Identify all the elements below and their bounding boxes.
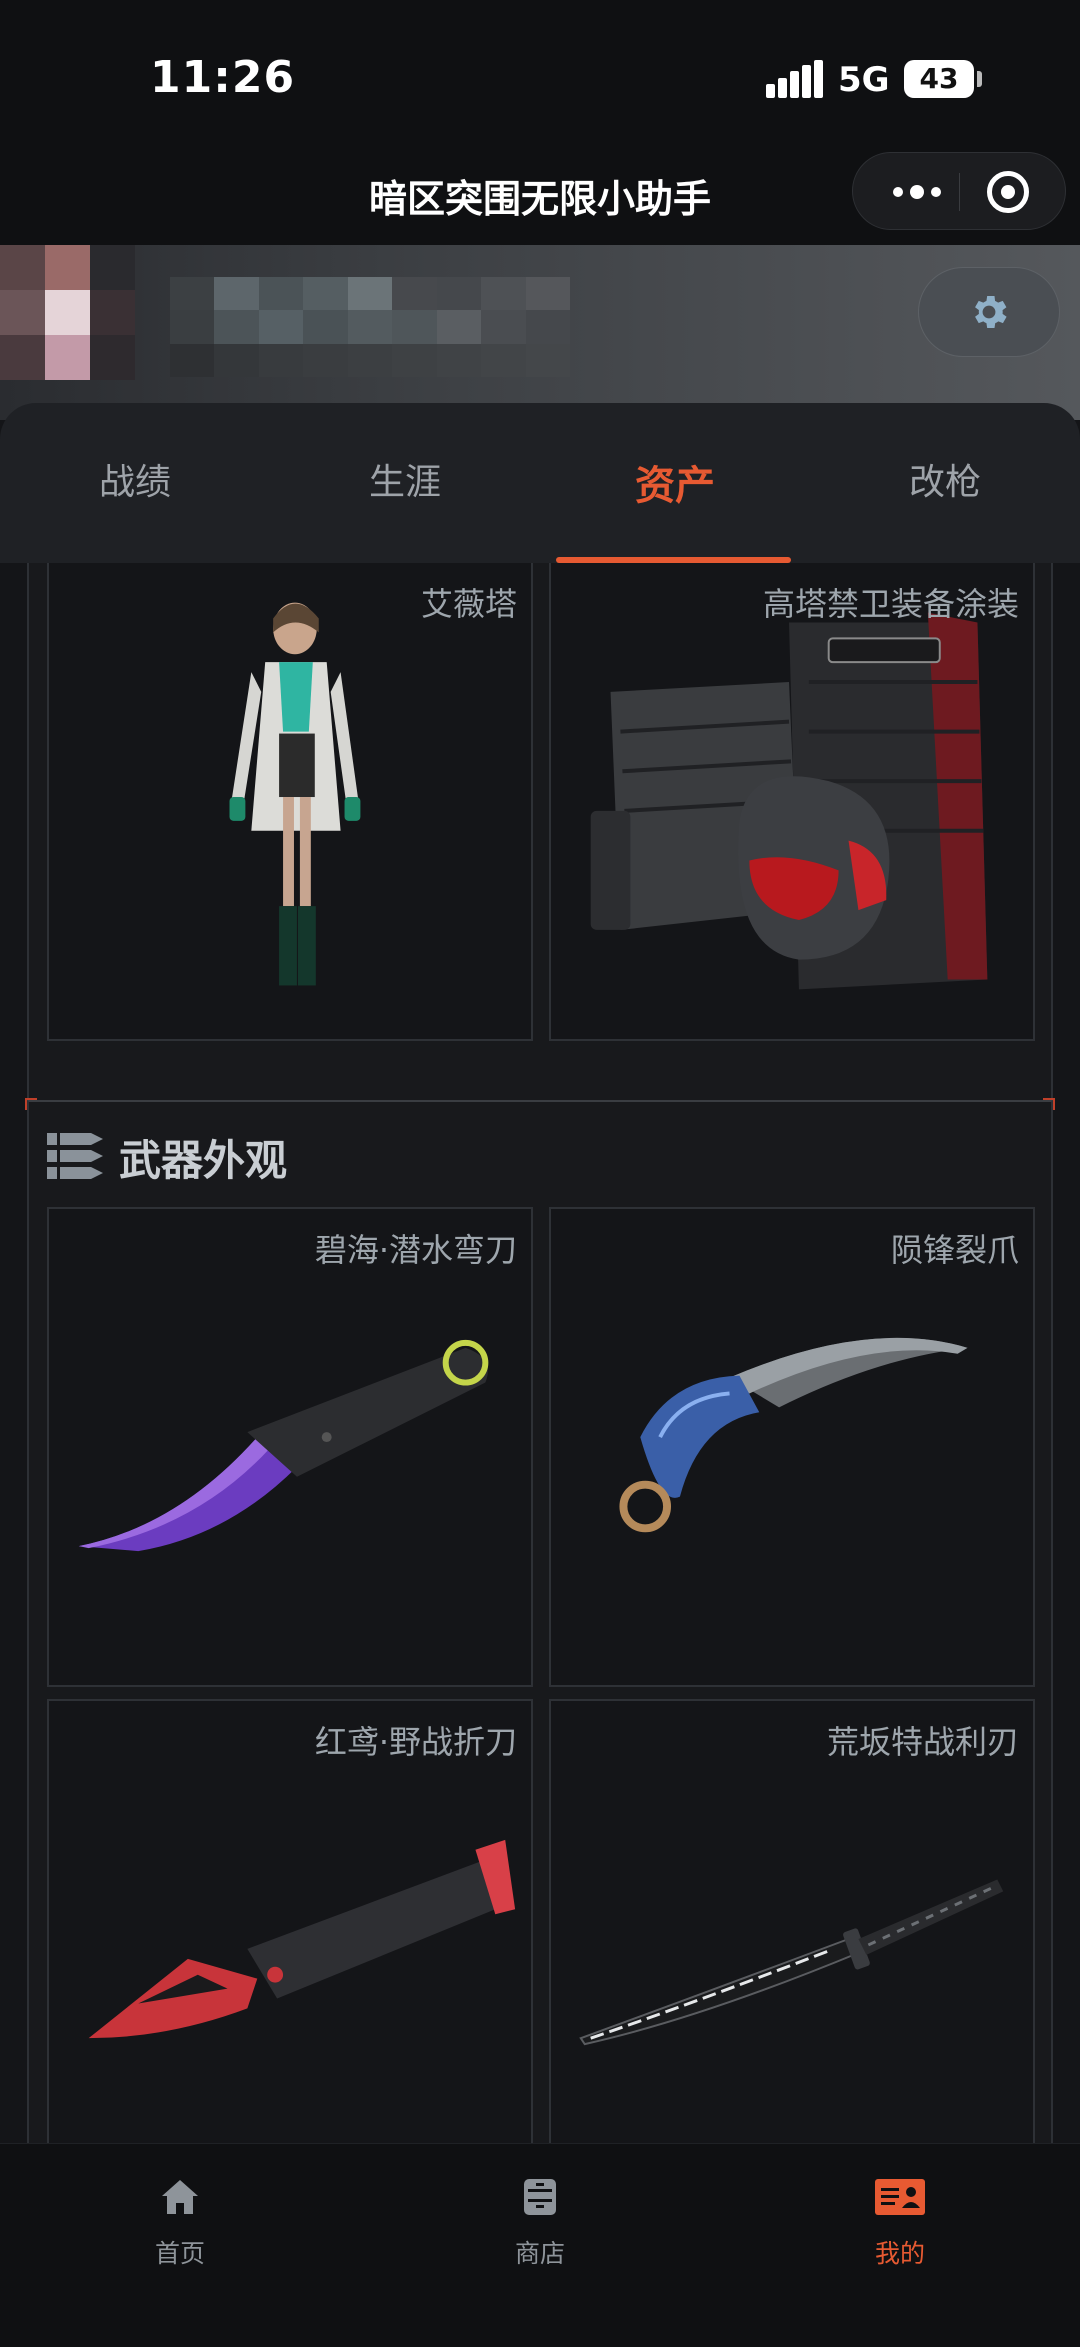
network-type: 5G xyxy=(838,60,890,100)
nav-profile-label: 我的 xyxy=(874,2239,925,2268)
store-icon xyxy=(440,2172,640,2222)
close-miniprogram-icon[interactable] xyxy=(987,171,1029,213)
weapon-skin-card[interactable]: 陨锋裂爪 xyxy=(549,1207,1035,1687)
gear-icon xyxy=(975,296,1007,328)
bottom-nav: 首页 商店 我的 xyxy=(0,2143,1080,2347)
weapon-skin-card[interactable]: 荒坂特战利刃 xyxy=(549,1699,1035,2143)
nav-home[interactable]: 首页 xyxy=(80,2172,280,2270)
signal-icon xyxy=(766,60,823,98)
weapon-skin-name: 陨锋裂爪 xyxy=(890,1231,1019,1269)
nav-store-label: 商店 xyxy=(514,2239,565,2268)
weapon-skins-panel: 武器外观 碧海·潜水弯刀 陨锋裂爪 红鸢·野战折刀 荒坂特战利刃 xyxy=(25,1098,1055,2143)
profile-card-icon xyxy=(800,2172,1000,2222)
tab-bar: 战绩 生涯 资产 改枪 xyxy=(0,403,1080,563)
nav-profile[interactable]: 我的 xyxy=(800,2172,1000,2270)
weapon-skin-card[interactable]: 红鸢·野战折刀 xyxy=(47,1699,533,2143)
weapon-skin-name: 红鸢·野战折刀 xyxy=(314,1723,517,1761)
tab-record[interactable]: 战绩 xyxy=(0,453,270,505)
corner-mark xyxy=(1043,1098,1055,1110)
status-bar: 11:26 5G 43 xyxy=(0,0,1080,140)
assets-content[interactable]: 艾薇塔 高塔禁卫装备涂装 武器外观 碧海·潜水弯刀 陨锋裂爪 红鸢·野战折刀 荒… xyxy=(0,563,1080,2143)
status-time: 11:26 xyxy=(150,52,296,103)
section-header: 武器外观 xyxy=(47,1122,287,1192)
folding-knife-art xyxy=(88,1839,516,2039)
ammo-icon xyxy=(47,1133,103,1179)
cosmetic-name: 高塔禁卫装备涂装 xyxy=(762,585,1019,623)
katana-art xyxy=(579,1879,1004,2046)
curved-knife-art xyxy=(78,1339,489,1552)
nav-home-label: 首页 xyxy=(154,2239,205,2268)
player-name-mosaic xyxy=(170,277,570,377)
tab-career[interactable]: 生涯 xyxy=(270,453,540,505)
weapon-skin-card[interactable]: 碧海·潜水弯刀 xyxy=(47,1207,533,1687)
battery-tip xyxy=(977,71,982,87)
tab-gunsmith[interactable]: 改枪 xyxy=(810,453,1080,505)
more-icon[interactable] xyxy=(875,153,959,231)
section-title: 武器外观 xyxy=(119,1135,288,1185)
armor-set-art xyxy=(590,612,988,990)
capsule-divider xyxy=(959,173,960,211)
profile-banner xyxy=(0,245,1080,420)
cosmetic-card[interactable]: 高塔禁卫装备涂装 xyxy=(549,563,1035,1041)
operator-figure-art xyxy=(229,602,361,986)
app-header: 暗区突围无限小助手 xyxy=(0,140,1080,245)
settings-button[interactable] xyxy=(918,267,1060,357)
weapon-skin-name: 荒坂特战利刃 xyxy=(826,1723,1019,1761)
tab-assets[interactable]: 资产 xyxy=(540,453,810,511)
home-icon xyxy=(80,2172,280,2222)
corner-mark xyxy=(25,1098,37,1110)
capsule-menu xyxy=(852,152,1066,230)
battery-icon: 43 xyxy=(904,60,974,98)
cosmetic-name: 艾薇塔 xyxy=(420,585,517,623)
weapon-skin-name: 碧海·潜水弯刀 xyxy=(314,1231,517,1269)
nav-store[interactable]: 商店 xyxy=(440,2172,640,2270)
cosmetic-card[interactable]: 艾薇塔 xyxy=(47,563,533,1041)
avatar[interactable] xyxy=(0,245,135,380)
karambit-art xyxy=(619,1337,968,1533)
